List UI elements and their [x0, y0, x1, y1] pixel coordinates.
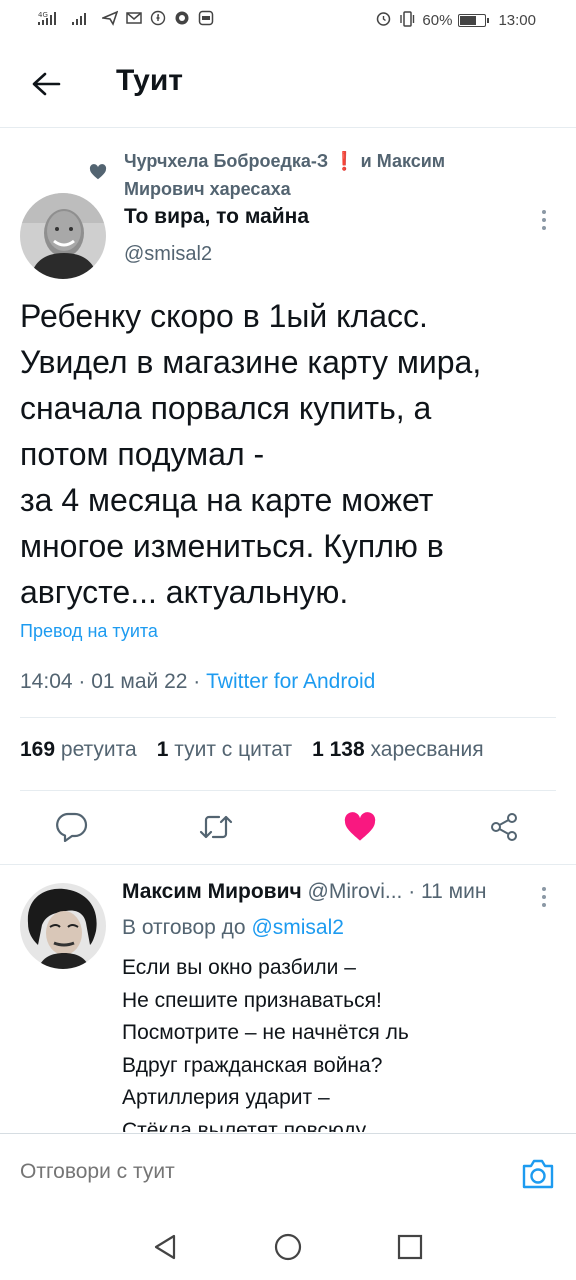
signal2-icon: [72, 10, 94, 29]
camera-icon: [522, 1159, 554, 1189]
status-bar: 4G 60% 13:00: [0, 0, 576, 40]
signal-icon: 4G: [38, 10, 64, 29]
social-context[interactable]: Чурчхела Боброедка-З ❗ и Максим Мирович …: [124, 147, 524, 203]
status-icons-right: 60% 13:00: [375, 10, 536, 31]
send-icon: [100, 10, 119, 29]
quotes-stat[interactable]: 1 туит с цитат: [157, 738, 292, 762]
nav-home-button[interactable]: [272, 1231, 304, 1263]
status-icons-left: 4G: [38, 10, 214, 29]
retweet-button[interactable]: [196, 807, 236, 847]
reply-header: Максим Мирович @Mirovi... · 11 мин: [122, 880, 486, 904]
reply-author-avatar[interactable]: [20, 883, 106, 969]
retweet-icon: [199, 815, 233, 839]
reply-to-prefix: В отговор до: [122, 916, 246, 939]
svg-text:4G: 4G: [38, 11, 48, 19]
author-handle[interactable]: @smisal2: [124, 243, 212, 266]
liked-context-heart-icon: [89, 164, 107, 185]
viber-icon: [174, 10, 190, 29]
context-user1: Чурчхела Боброедка-З: [124, 151, 329, 171]
reply-composer: [0, 1133, 576, 1215]
reply-author-handle[interactable]: @Mirovi...: [308, 880, 403, 903]
more-vertical-icon: [542, 210, 546, 230]
reply-text: Если вы окно разбили – Не спешите призна…: [122, 956, 409, 1132]
retweets-stat[interactable]: 169 ретуита: [20, 738, 137, 762]
nav-recents-button[interactable]: [394, 1231, 426, 1263]
share-button[interactable]: [484, 807, 524, 847]
author-name[interactable]: То вира, то майна: [124, 205, 309, 229]
reply-icon: [56, 812, 88, 842]
reply-more-options-button[interactable]: [534, 884, 554, 910]
reply-to-mention[interactable]: @smisal2: [251, 916, 344, 939]
tweet-text: Ребенку скоро в 1ый класс. Увидел в мага…: [20, 298, 482, 610]
system-nav-bar: [0, 1215, 576, 1280]
more-options-button[interactable]: [534, 207, 554, 233]
reply-input[interactable]: [20, 1160, 480, 1184]
exclamation-mark: ❗: [333, 151, 356, 171]
app-icon: [198, 10, 214, 29]
divider: [0, 864, 576, 865]
reply-time: · 11 мин: [408, 880, 487, 903]
author-avatar[interactable]: [20, 193, 106, 279]
divider: [20, 790, 556, 791]
like-icon: [344, 812, 376, 841]
tweet-source-link[interactable]: Twitter for Android: [206, 670, 375, 693]
share-icon: [491, 813, 517, 841]
likes-stat[interactable]: 1 138 харесвания: [312, 738, 484, 762]
tweet-timestamp: 14:04 · 01 май 22 ·: [20, 670, 207, 693]
tweet-stats: 169 ретуита 1 туит с цитат 1 138 харесва…: [20, 738, 504, 762]
top-app-bar: Туит: [0, 40, 576, 128]
reply-author-name[interactable]: Максим Мирович: [122, 880, 302, 903]
back-button[interactable]: [24, 62, 68, 106]
reply-to-line: В отговор до @smisal2: [122, 916, 344, 940]
alarm-icon: [375, 10, 392, 31]
battery-percent: 60%: [422, 12, 453, 29]
nav-recents-icon: [397, 1234, 423, 1260]
tweet-actions: [0, 795, 576, 861]
tweet-meta: 14:04 · 01 май 22 · Twitter for Android: [20, 670, 375, 694]
translate-link[interactable]: Превод на туита: [20, 621, 158, 642]
clock: 13:00: [498, 12, 536, 29]
like-button[interactable]: [340, 807, 380, 847]
battery-icon: [458, 14, 490, 27]
nav-home-icon: [274, 1233, 302, 1261]
nav-back-button[interactable]: [150, 1231, 182, 1263]
page-title: Туит: [116, 64, 184, 97]
mail-icon: [126, 11, 142, 28]
back-arrow-icon: [32, 72, 61, 96]
vibrate-icon: [398, 10, 416, 31]
divider: [20, 717, 556, 718]
more-vertical-icon: [542, 887, 546, 907]
reply-button[interactable]: [52, 807, 92, 847]
facebook-icon: [150, 10, 166, 29]
nav-back-icon: [154, 1234, 176, 1260]
camera-button[interactable]: [518, 1154, 558, 1194]
